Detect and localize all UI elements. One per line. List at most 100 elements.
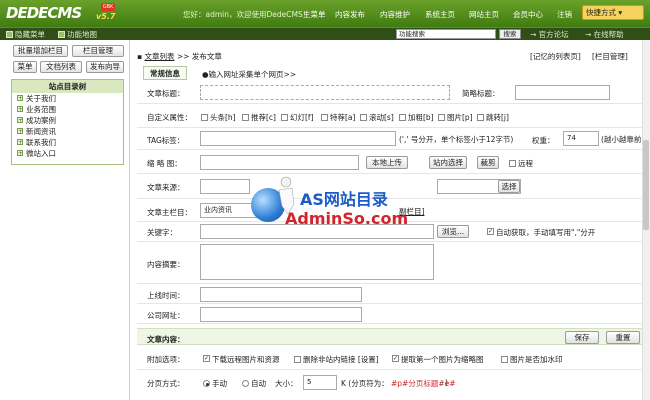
- attr-special[interactable]: 特荐[a]: [321, 112, 355, 123]
- column-manage-button[interactable]: 栏目管理: [72, 45, 124, 57]
- remove-links-checkbox[interactable]: 删除非站内链接 [设置]: [294, 354, 379, 365]
- short-title-input[interactable]: [515, 85, 610, 100]
- tag-label: TAG标签：: [147, 136, 185, 145]
- summary-label: 内容摘要：: [147, 260, 185, 269]
- expand-icon[interactable]: [17, 104, 23, 115]
- title-input[interactable]: [200, 85, 450, 100]
- tag-hint: (',' 号分开，单个标签小于12字节): [399, 135, 514, 144]
- official-forum-link[interactable]: → 官方论坛: [530, 29, 569, 40]
- manual-radio[interactable]: 手动: [203, 378, 227, 389]
- attr-label: 自定义属性：: [147, 113, 192, 122]
- square-icon: [6, 31, 13, 38]
- online-help-link[interactable]: → 在线帮助: [585, 29, 624, 40]
- batch-add-column-button[interactable]: 批量增加栏目: [13, 45, 68, 57]
- nav-logout[interactable]: 注销: [557, 9, 572, 20]
- expand-icon[interactable]: [17, 126, 23, 137]
- summary-textarea[interactable]: [200, 244, 434, 280]
- tab-general[interactable]: 常规信息: [143, 66, 187, 80]
- attr-headline[interactable]: 头条[h]: [201, 112, 236, 123]
- radio[interactable]: [242, 380, 249, 387]
- tree-item[interactable]: 关于我们: [12, 93, 123, 104]
- quick-menu-dropdown[interactable]: 快捷方式 ▾: [582, 5, 644, 20]
- column-label: 文章主栏目：: [147, 208, 192, 217]
- tree-title: 站点目录树: [12, 80, 123, 93]
- publish-wizard-button[interactable]: 发布向导: [86, 61, 124, 73]
- attr-bold[interactable]: 加粗[b]: [399, 112, 434, 123]
- function-search-input[interactable]: 功能搜索: [396, 29, 496, 39]
- tree-item[interactable]: 业务范围: [12, 104, 123, 115]
- nav-member-center[interactable]: 会员中心: [513, 9, 543, 20]
- site-select-button[interactable]: 站内选择: [429, 156, 467, 169]
- watermark-domain: AdminSo.com: [285, 209, 409, 228]
- auto-radio[interactable]: 自动: [242, 378, 266, 389]
- browse-button[interactable]: 浏览...: [437, 225, 469, 238]
- breadcrumb-current: 发布文章: [191, 52, 222, 61]
- watermark-checkbox[interactable]: 图片是否加水印: [501, 354, 563, 365]
- nav-site-home[interactable]: 网站主页: [469, 9, 499, 20]
- hide-menu-button[interactable]: 隐藏菜单: [6, 29, 45, 40]
- tab-collect-url[interactable]: ●输入网址采集单个网页>>: [202, 69, 296, 80]
- attr-recommend[interactable]: 推荐[c]: [242, 112, 276, 123]
- url-input[interactable]: [200, 307, 362, 322]
- size-input[interactable]: 5: [303, 375, 337, 390]
- breadcrumb-list-link[interactable]: 文章列表: [144, 52, 174, 61]
- checkbox[interactable]: [438, 114, 445, 121]
- extra-label: 附加选项：: [147, 355, 185, 364]
- tree-item[interactable]: 新闻资讯: [12, 126, 123, 137]
- menu-button[interactable]: 菜单: [13, 61, 37, 73]
- tree-item[interactable]: 微站入口: [12, 148, 123, 159]
- thumb-label: 缩 略 图：: [147, 159, 182, 168]
- save-button[interactable]: 保存: [565, 331, 599, 344]
- attr-jump[interactable]: 跳转[j]: [477, 112, 509, 123]
- first-image-thumb-checkbox[interactable]: 提取第一个图片为缩略图: [392, 354, 484, 365]
- reset-button[interactable]: 重置: [606, 331, 640, 344]
- attr-scroll[interactable]: 滚动[s]: [360, 112, 394, 123]
- checkbox[interactable]: [487, 228, 494, 235]
- thumb-input[interactable]: [200, 155, 359, 170]
- checkbox[interactable]: [360, 114, 367, 121]
- auto-fetch-checkbox[interactable]: 自动获取，手动填写用","分开: [487, 227, 595, 238]
- expand-icon[interactable]: [17, 148, 23, 159]
- column-manage-link[interactable]: [栏目管理]: [592, 51, 628, 62]
- scrollbar-thumb[interactable]: [643, 140, 649, 230]
- radio[interactable]: [203, 380, 210, 387]
- tag-input[interactable]: [200, 131, 396, 146]
- checkbox[interactable]: [201, 114, 208, 121]
- breadcrumb: ▪ 文章列表 >> 发布文章: [137, 52, 222, 61]
- tree-item[interactable]: 联系我们: [12, 137, 123, 148]
- nav-system-home[interactable]: 系统主页: [425, 9, 455, 20]
- top-bar: DEDECMS GBK v5.7 您好：admin，欢迎使用DedeCMS！ 主…: [0, 0, 650, 27]
- checkbox[interactable]: [392, 355, 399, 362]
- size-unit: K (分页符为：: [341, 379, 389, 388]
- select-button[interactable]: 选择: [498, 180, 520, 193]
- checkbox[interactable]: [509, 160, 516, 167]
- nav-main-menu[interactable]: 主菜单: [303, 9, 326, 20]
- local-upload-button[interactable]: 本地上传: [366, 156, 408, 169]
- attr-slide[interactable]: 幻灯[f]: [281, 112, 314, 123]
- checkbox[interactable]: [281, 114, 288, 121]
- doc-list-button[interactable]: 文档列表: [40, 61, 82, 73]
- checkbox[interactable]: [294, 356, 301, 363]
- download-remote-checkbox[interactable]: 下载远程图片和资源: [203, 354, 280, 365]
- search-button[interactable]: 搜索: [499, 29, 521, 39]
- function-map-button[interactable]: 功能地图: [58, 29, 97, 40]
- checkbox[interactable]: [321, 114, 328, 121]
- checkbox[interactable]: [501, 356, 508, 363]
- remote-checkbox[interactable]: 远程: [509, 158, 533, 169]
- expand-icon[interactable]: [17, 115, 23, 126]
- attr-image[interactable]: 图片[p]: [438, 112, 473, 123]
- nav-maintain[interactable]: 内容维护: [380, 9, 410, 20]
- nav-publish[interactable]: 内容发布: [335, 9, 365, 20]
- checkbox[interactable]: [203, 355, 210, 362]
- checkbox[interactable]: [242, 114, 249, 121]
- checkbox[interactable]: [477, 114, 484, 121]
- checkbox[interactable]: [399, 114, 406, 121]
- crop-button[interactable]: 裁剪: [477, 156, 499, 169]
- expand-icon[interactable]: [17, 93, 23, 104]
- expand-icon[interactable]: [17, 137, 23, 148]
- remembered-list-link[interactable]: [记忆的列表页]: [530, 51, 581, 62]
- weight-input[interactable]: 74: [563, 131, 599, 146]
- tree-item[interactable]: 成功案例: [12, 115, 123, 126]
- source-input[interactable]: [200, 179, 250, 194]
- pubtime-input[interactable]: [200, 287, 362, 302]
